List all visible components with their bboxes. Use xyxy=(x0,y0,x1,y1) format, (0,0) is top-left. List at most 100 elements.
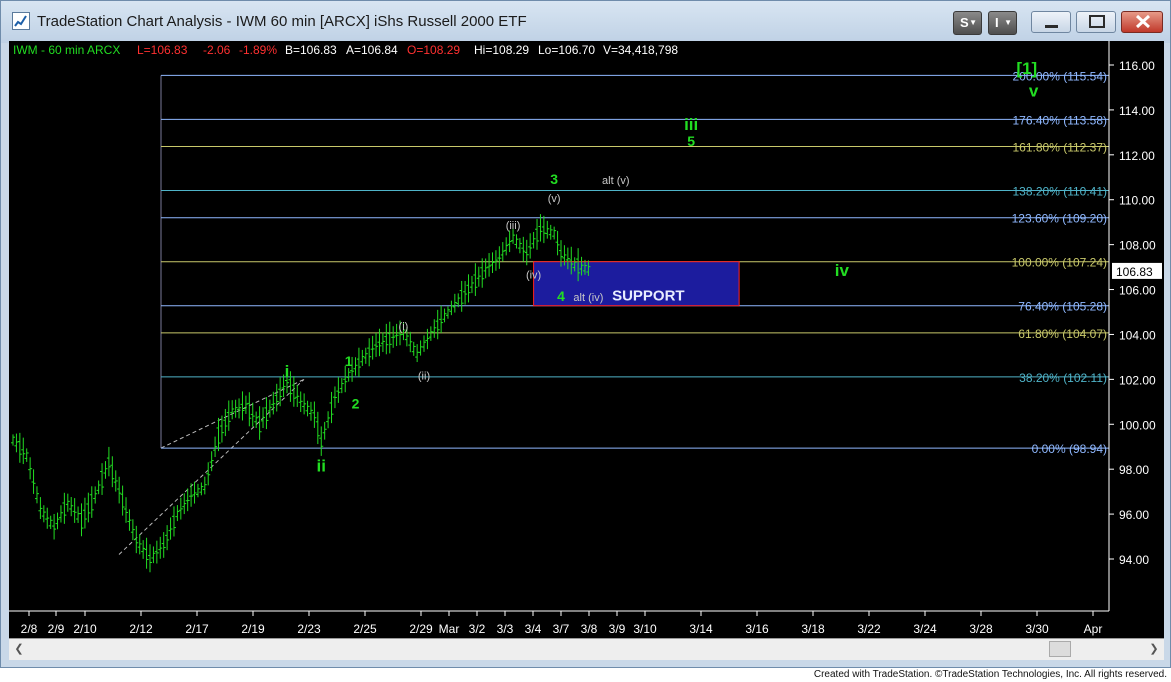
price-bar xyxy=(199,482,204,496)
price-bar xyxy=(319,426,324,456)
price-bars xyxy=(11,214,591,573)
date-tick-label: 3/2 xyxy=(469,622,486,636)
price-tick-label: 94.00 xyxy=(1119,553,1149,567)
price-bar xyxy=(336,377,341,403)
header-low: L=106.83 xyxy=(137,43,188,57)
price-bar xyxy=(480,258,485,288)
price-bar xyxy=(466,274,471,303)
chart-panel[interactable]: 200.00% (115.54) 176.40% (113.58) 161.80% … xyxy=(9,41,1164,638)
price-bar xyxy=(548,224,553,240)
header-symbol: IWM - 60 min ARCX xyxy=(13,43,120,57)
support-label: SUPPORT xyxy=(612,288,685,305)
price-bar xyxy=(374,332,379,357)
price-bar xyxy=(538,214,543,242)
price-bar xyxy=(240,391,245,421)
price-bar xyxy=(261,407,266,429)
price-bar xyxy=(69,496,74,517)
fib-level-label: 76.40% (105.28) xyxy=(1018,300,1107,314)
s-dropdown-button[interactable]: S ▼ xyxy=(953,11,982,35)
scroll-left-arrow-icon[interactable]: ❮ xyxy=(11,641,27,657)
price-bar xyxy=(202,476,207,495)
i-dropdown-button[interactable]: I ▼ xyxy=(988,11,1017,35)
minimize-icon xyxy=(1045,25,1058,28)
price-bar xyxy=(237,398,242,419)
price-bar xyxy=(445,306,450,319)
price-bar xyxy=(243,395,248,414)
price-tick-label: 96.00 xyxy=(1119,508,1149,522)
price-bar xyxy=(380,332,385,353)
price-bar xyxy=(106,446,111,477)
close-button[interactable] xyxy=(1121,11,1163,33)
price-bar xyxy=(230,400,235,420)
header-volume: V=34,418,798 xyxy=(603,43,678,57)
date-tick-label: 2/17 xyxy=(185,622,209,636)
price-bar xyxy=(178,497,183,520)
price-bar xyxy=(189,483,194,507)
header-lo: Lo=106.70 xyxy=(538,43,595,57)
date-tick-label: 2/12 xyxy=(129,622,153,636)
price-bar xyxy=(449,300,454,316)
date-tick-label: 2/25 xyxy=(353,622,377,636)
price-bar xyxy=(428,326,433,341)
price-bar xyxy=(144,537,149,569)
minimize-button[interactable] xyxy=(1031,11,1071,33)
price-bar xyxy=(346,368,351,382)
i-button-label: I xyxy=(995,15,999,30)
date-tick-label: 2/10 xyxy=(73,622,97,636)
price-bar xyxy=(148,544,152,573)
price-bar xyxy=(134,525,139,554)
window-title: TradeStation Chart Analysis - IWM 60 min… xyxy=(37,13,527,30)
price-bar xyxy=(326,411,331,429)
wave-label: 3 xyxy=(550,171,558,187)
price-bar xyxy=(48,515,53,530)
date-tick-label: 2/8 xyxy=(21,622,38,636)
price-chart[interactable]: 200.00% (115.54)176.40% (113.58)161.80% … xyxy=(9,41,1164,638)
price-bar xyxy=(124,497,129,523)
price-bar xyxy=(233,399,238,418)
maximize-button[interactable] xyxy=(1076,11,1116,33)
price-bar xyxy=(130,519,135,541)
wave-label: 1 xyxy=(345,353,353,369)
date-tick-label: 3/4 xyxy=(525,622,542,636)
price-bar xyxy=(370,335,375,360)
price-bar xyxy=(45,507,50,529)
price-bar xyxy=(418,340,423,356)
price-bar xyxy=(62,492,67,524)
price-bar xyxy=(367,338,372,367)
price-bar xyxy=(141,540,146,559)
scrollbar-thumb[interactable] xyxy=(1049,641,1071,657)
price-tick-label: 104.00 xyxy=(1119,328,1156,342)
price-bar xyxy=(422,335,426,352)
price-bar xyxy=(473,263,478,296)
wave-label: ii xyxy=(317,456,326,475)
price-bar xyxy=(247,392,252,427)
fib-level-label: 0.00% (98.94) xyxy=(1032,442,1107,456)
price-bar xyxy=(535,218,540,250)
header-open: O=108.29 xyxy=(407,43,460,57)
wave-label: [1] xyxy=(1016,59,1037,78)
app-window: TradeStation Chart Analysis - IWM 60 min… xyxy=(0,0,1171,668)
price-bar xyxy=(452,293,457,313)
date-tick-label: Apr xyxy=(1084,622,1103,636)
price-bar xyxy=(223,408,228,437)
horizontal-scrollbar[interactable]: ❮ ❯ xyxy=(9,638,1164,660)
price-bar xyxy=(278,377,283,407)
price-bar xyxy=(65,493,70,512)
price-bar xyxy=(209,451,214,472)
fib-level-label: 123.60% (109.20) xyxy=(1012,212,1107,226)
header-change: -2.06 xyxy=(203,43,231,57)
price-bar xyxy=(305,400,310,417)
header-ask: A=106.84 xyxy=(346,43,398,57)
scroll-right-arrow-icon[interactable]: ❯ xyxy=(1146,641,1162,657)
date-tick-label: 2/19 xyxy=(241,622,265,636)
price-bar xyxy=(72,498,77,523)
wave-label: iv xyxy=(835,261,850,280)
dropdown-arrow-icon: ▼ xyxy=(1004,18,1012,27)
price-bar xyxy=(120,485,125,516)
title-bar[interactable]: TradeStation Chart Analysis - IWM 60 min… xyxy=(1,1,1170,43)
wave-label: v xyxy=(1029,81,1039,100)
price-bar xyxy=(254,411,259,429)
wave-label: (iii) xyxy=(506,220,521,232)
price-bar xyxy=(82,497,87,529)
price-bar xyxy=(52,513,57,540)
